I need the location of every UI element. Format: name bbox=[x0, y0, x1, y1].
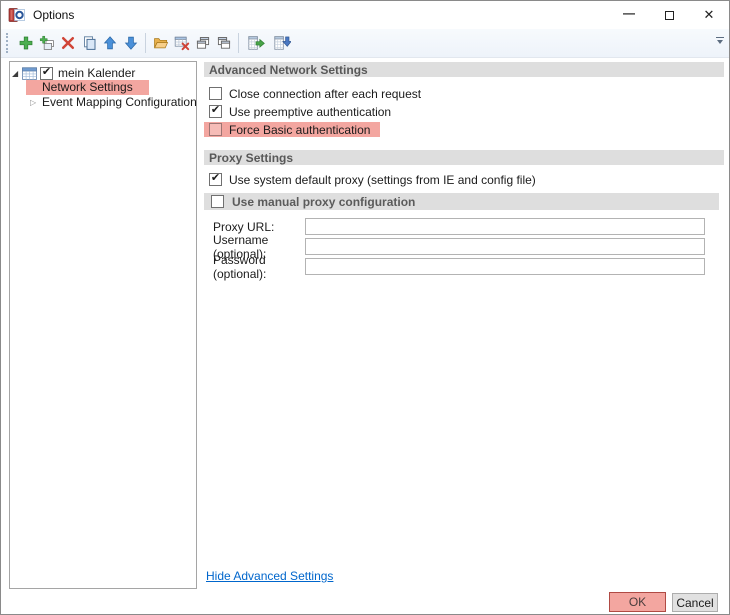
option-label: Close connection after each request bbox=[229, 86, 422, 101]
move-up-button[interactable] bbox=[99, 32, 120, 54]
profile-checkbox[interactable]: ✔ bbox=[40, 66, 53, 80]
profiles-tree: ◢ ✔ mein Kalender Network Settings ▷ Eve… bbox=[9, 61, 197, 589]
option-label: Use system default proxy (settings from … bbox=[229, 172, 536, 187]
advanced-network-settings-header: Advanced Network Settings bbox=[204, 62, 724, 77]
toolbar bbox=[1, 29, 729, 58]
expander-open-icon[interactable]: ◢ bbox=[12, 69, 22, 78]
folder-icon bbox=[153, 38, 168, 49]
toolbar-separator bbox=[238, 33, 239, 53]
maximize-icon bbox=[664, 10, 674, 20]
title-bar: Options — ✕ bbox=[1, 1, 729, 29]
force-basic-auth-checkbox[interactable] bbox=[209, 123, 222, 136]
close-connection-checkbox[interactable] bbox=[209, 87, 222, 100]
overflow-icon bbox=[716, 37, 724, 38]
open-folder-button[interactable] bbox=[150, 32, 171, 54]
close-button[interactable]: ✕ bbox=[689, 1, 729, 29]
option-label: Use preemptive authentication bbox=[229, 104, 392, 119]
force-basic-auth-option[interactable]: Force Basic authentication bbox=[204, 122, 380, 137]
copy-profile-button[interactable] bbox=[78, 32, 99, 54]
manual-proxy-checkbox[interactable] bbox=[211, 195, 224, 208]
option-label: Use manual proxy configuration bbox=[232, 194, 416, 209]
manual-proxy-option[interactable]: Use manual proxy configuration bbox=[204, 193, 719, 210]
table-delete-icon bbox=[174, 36, 189, 51]
option-label: Force Basic authentication bbox=[229, 122, 371, 137]
toolbar-grip[interactable] bbox=[6, 33, 9, 53]
close-connection-option[interactable]: Close connection after each request bbox=[204, 86, 421, 101]
export-profiles-button[interactable] bbox=[243, 32, 269, 54]
system-default-proxy-checkbox[interactable]: ✔ bbox=[209, 173, 222, 186]
tree-item-network-settings[interactable]: Network Settings bbox=[26, 79, 149, 95]
toolbar-separator bbox=[145, 33, 146, 53]
minimize-button[interactable]: — bbox=[609, 1, 649, 29]
delete-profile-button[interactable] bbox=[57, 32, 78, 54]
tree-item-label: Event Mapping Configuration bbox=[42, 95, 197, 109]
proxy-url-input[interactable] bbox=[305, 218, 705, 235]
proxy-password-input[interactable] bbox=[305, 258, 705, 275]
window-controls: — ✕ bbox=[609, 1, 729, 29]
collapse-all-button[interactable] bbox=[192, 32, 213, 54]
tree-item-label: mein Kalender bbox=[58, 66, 136, 80]
clear-cache-button[interactable] bbox=[171, 32, 192, 54]
move-down-button[interactable] bbox=[120, 32, 141, 54]
settings-panel: Advanced Network Settings Close connecti… bbox=[204, 58, 724, 591]
proxy-username-input[interactable] bbox=[305, 238, 705, 255]
close-icon: ✕ bbox=[703, 7, 715, 22]
preemptive-auth-checkbox[interactable]: ✔ bbox=[209, 105, 222, 118]
toolbar-overflow-button[interactable] bbox=[715, 37, 725, 44]
tree-item-event-mapping[interactable]: ▷ Event Mapping Configuration bbox=[30, 95, 197, 109]
expander-closed-icon[interactable]: ▷ bbox=[30, 98, 42, 107]
proxy-password-label: Password (optional): bbox=[213, 252, 267, 281]
cascade-windows-icon bbox=[217, 37, 230, 49]
cascade-windows-icon bbox=[196, 37, 209, 49]
cancel-button[interactable]: Cancel bbox=[672, 593, 718, 612]
tree-item-label: Network Settings bbox=[26, 79, 149, 95]
expand-all-button[interactable] bbox=[213, 32, 234, 54]
add-profile-button[interactable] bbox=[15, 32, 36, 54]
preemptive-auth-option[interactable]: ✔ Use preemptive authentication bbox=[204, 104, 391, 119]
copy-pages-icon bbox=[83, 36, 95, 50]
arrow-up-icon bbox=[103, 36, 116, 50]
export-table-icon bbox=[248, 36, 265, 50]
maximize-button[interactable] bbox=[649, 1, 689, 29]
hide-advanced-settings-link[interactable]: Hide Advanced Settings bbox=[206, 569, 333, 583]
arrow-down-icon bbox=[124, 36, 137, 50]
proxy-url-label: Proxy URL: bbox=[213, 219, 275, 234]
system-default-proxy-option[interactable]: ✔ Use system default proxy (settings fro… bbox=[204, 172, 536, 187]
app-icon bbox=[8, 6, 26, 24]
minimize-icon: — bbox=[623, 6, 635, 20]
calendar-icon bbox=[22, 66, 37, 80]
options-dialog: Options — ✕ ◢ ✔ mein Kalender Network Se… bbox=[0, 0, 730, 615]
ok-button[interactable]: OK bbox=[609, 592, 666, 612]
red-x-icon bbox=[61, 36, 74, 50]
import-table-icon bbox=[274, 36, 291, 50]
proxy-password-row: Password (optional): bbox=[204, 253, 724, 281]
window-title: Options bbox=[33, 8, 75, 22]
import-profiles-button[interactable] bbox=[269, 32, 295, 54]
plus-icon bbox=[19, 36, 32, 50]
add-multiple-icon bbox=[39, 35, 54, 50]
proxy-settings-header: Proxy Settings bbox=[204, 150, 724, 165]
add-multiple-profiles-button[interactable] bbox=[36, 32, 57, 54]
